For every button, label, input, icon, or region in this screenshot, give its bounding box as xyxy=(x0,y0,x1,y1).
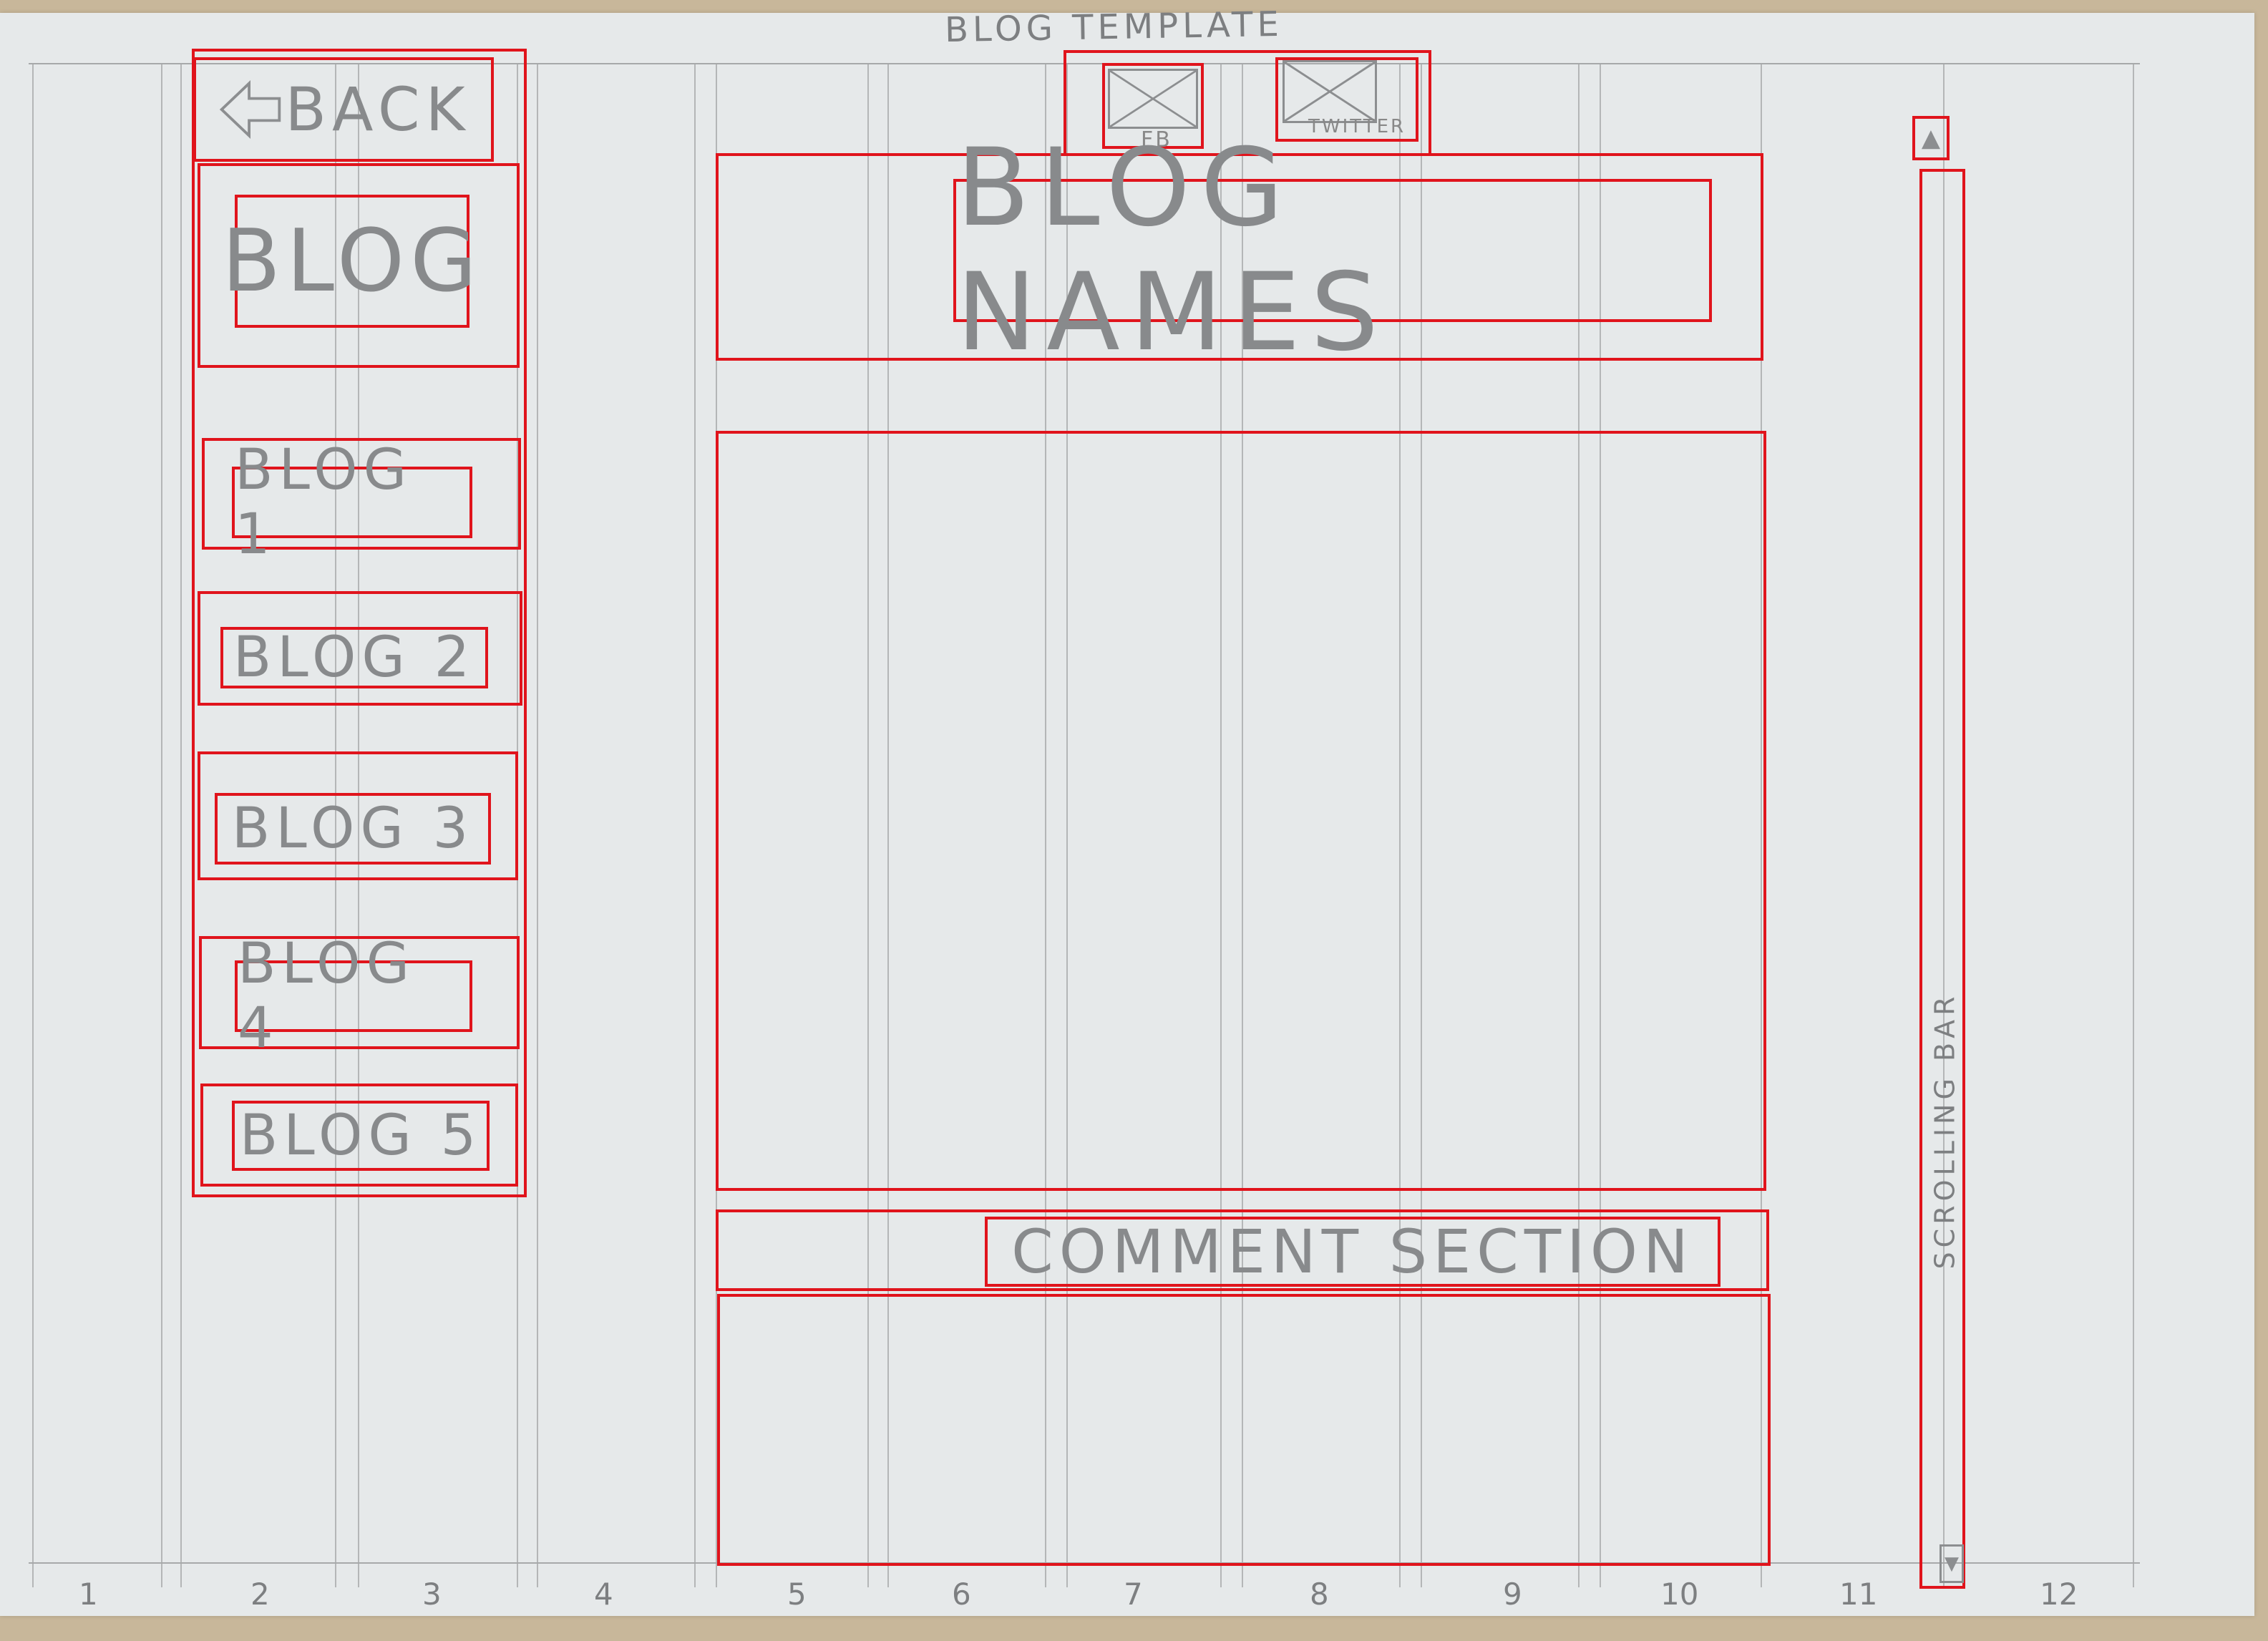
scroll-down-icon: ▼ xyxy=(1945,1553,1959,1574)
column-number: 3 xyxy=(422,1577,442,1612)
sidebar-item-label-box: BLOG 5 xyxy=(232,1101,490,1171)
blog-header: BLOG NAMES xyxy=(716,126,1763,375)
comment-section-title: COMMENT SECTION xyxy=(1011,1217,1694,1287)
sidebar-item-blog-5[interactable]: BLOG 5 xyxy=(200,1084,518,1187)
column-number: 11 xyxy=(1839,1577,1878,1612)
scrollbar-label: SCROLLING BAR xyxy=(1929,992,1960,1270)
brand-logo-box[interactable]: BLOG xyxy=(198,163,520,368)
column-number: 5 xyxy=(787,1577,807,1612)
grid-line xyxy=(161,63,162,1587)
sidebar-item-label-box: BLOG 4 xyxy=(235,932,472,1061)
grid-line xyxy=(32,63,34,1587)
sidebar-item-blog-1[interactable]: BLOG 1 xyxy=(202,438,521,567)
blog-name-box: BLOG NAMES xyxy=(953,126,1712,375)
sidebar-item-blog-3[interactable]: BLOG 3 xyxy=(198,751,518,880)
sidebar-item-label-box: BLOG 3 xyxy=(215,793,491,865)
blog-content-area xyxy=(716,431,1766,1191)
column-number: 4 xyxy=(594,1577,613,1612)
column-number: 2 xyxy=(250,1577,270,1612)
sidebar-item-label: BLOG 1 xyxy=(235,438,413,567)
sidebar-item-blog-2[interactable]: BLOG 2 xyxy=(198,591,522,706)
column-number: 6 xyxy=(952,1577,971,1612)
brand-logo-label: BLOG xyxy=(221,211,483,311)
scroll-up-button[interactable]: ▲ xyxy=(1912,116,1950,160)
column-number: 9 xyxy=(1503,1577,1522,1612)
back-arrow-icon xyxy=(216,75,285,144)
scrollbar-track[interactable]: SCROLLING BAR ▼ xyxy=(1919,169,1965,1589)
comment-input-area[interactable] xyxy=(717,1294,1771,1566)
brand-logo: BLOG xyxy=(222,195,477,328)
twitter-icon xyxy=(1283,60,1377,123)
blog-name: BLOG NAMES xyxy=(956,126,1389,375)
scroll-down-button[interactable]: ▼ xyxy=(1940,1544,1964,1583)
sidebar-item-label: BLOG 2 xyxy=(233,625,476,690)
sheet-title: BLOG TEMPLATE xyxy=(944,4,1284,51)
column-number: 10 xyxy=(1660,1577,1699,1612)
column-number: 8 xyxy=(1310,1577,1329,1612)
sidebar-item-label: BLOG 4 xyxy=(238,932,416,1061)
back-button[interactable]: BACK xyxy=(193,57,494,162)
grid-line xyxy=(537,63,538,1587)
back-label: BACK xyxy=(285,74,471,145)
column-number: 1 xyxy=(79,1577,98,1612)
column-number: 7 xyxy=(1124,1577,1143,1612)
grid-line xyxy=(2133,63,2134,1587)
column-number: 12 xyxy=(2040,1577,2078,1612)
sidebar-item-blog-4[interactable]: BLOG 4 xyxy=(199,932,520,1061)
grid-line xyxy=(694,63,696,1587)
grid-line xyxy=(180,63,182,1587)
facebook-icon xyxy=(1108,69,1198,129)
sidebar-item-label-box: BLOG 1 xyxy=(232,438,472,567)
comment-section-title-box: COMMENT SECTION xyxy=(985,1217,1721,1287)
sidebar-item-label-box: BLOG 2 xyxy=(220,625,488,690)
scrollbar-label-wrap: SCROLLING BAR xyxy=(1927,973,1962,1288)
sidebar-item-label: BLOG 5 xyxy=(239,1104,482,1168)
sidebar-item-label: BLOG 3 xyxy=(231,797,474,861)
scroll-up-icon: ▲ xyxy=(1921,124,1941,152)
comment-section-header: COMMENT SECTION xyxy=(716,1209,1769,1291)
